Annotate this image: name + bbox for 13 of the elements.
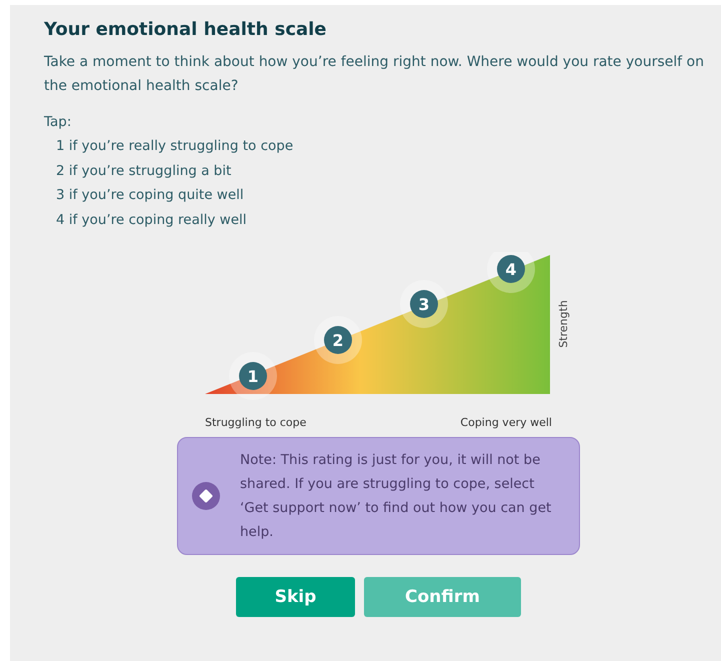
- option-text: 4 if you’re coping really well: [56, 210, 248, 230]
- tap-label: Tap:: [44, 113, 72, 132]
- scale-high-label: Coping very well: [460, 416, 552, 429]
- intro-text: Take a moment to think about how you’re feeling right now. Where would you rate yourself on the emotional health scale?: [44, 53, 705, 96]
- scale-marker[interactable]: 4: [487, 252, 535, 293]
- page-title: Your emotional health scale: [44, 19, 328, 40]
- option-text: 3 if you’re coping quite well: [56, 186, 245, 205]
- option-text: 2 if you’re struggling a bit: [56, 162, 232, 180]
- axis-label: Strength: [557, 300, 570, 348]
- action-button[interactable]: Skip: [236, 577, 355, 617]
- note-text: Note: This rating is just for you, it will not be shared. If you are struggling to cope, select ‘Get support now’ to find out how you can get help.: [240, 451, 552, 542]
- scale-low-label: Struggling to cope: [205, 416, 306, 429]
- option-text: 1 if you’re really struggling to cope: [56, 137, 294, 156]
